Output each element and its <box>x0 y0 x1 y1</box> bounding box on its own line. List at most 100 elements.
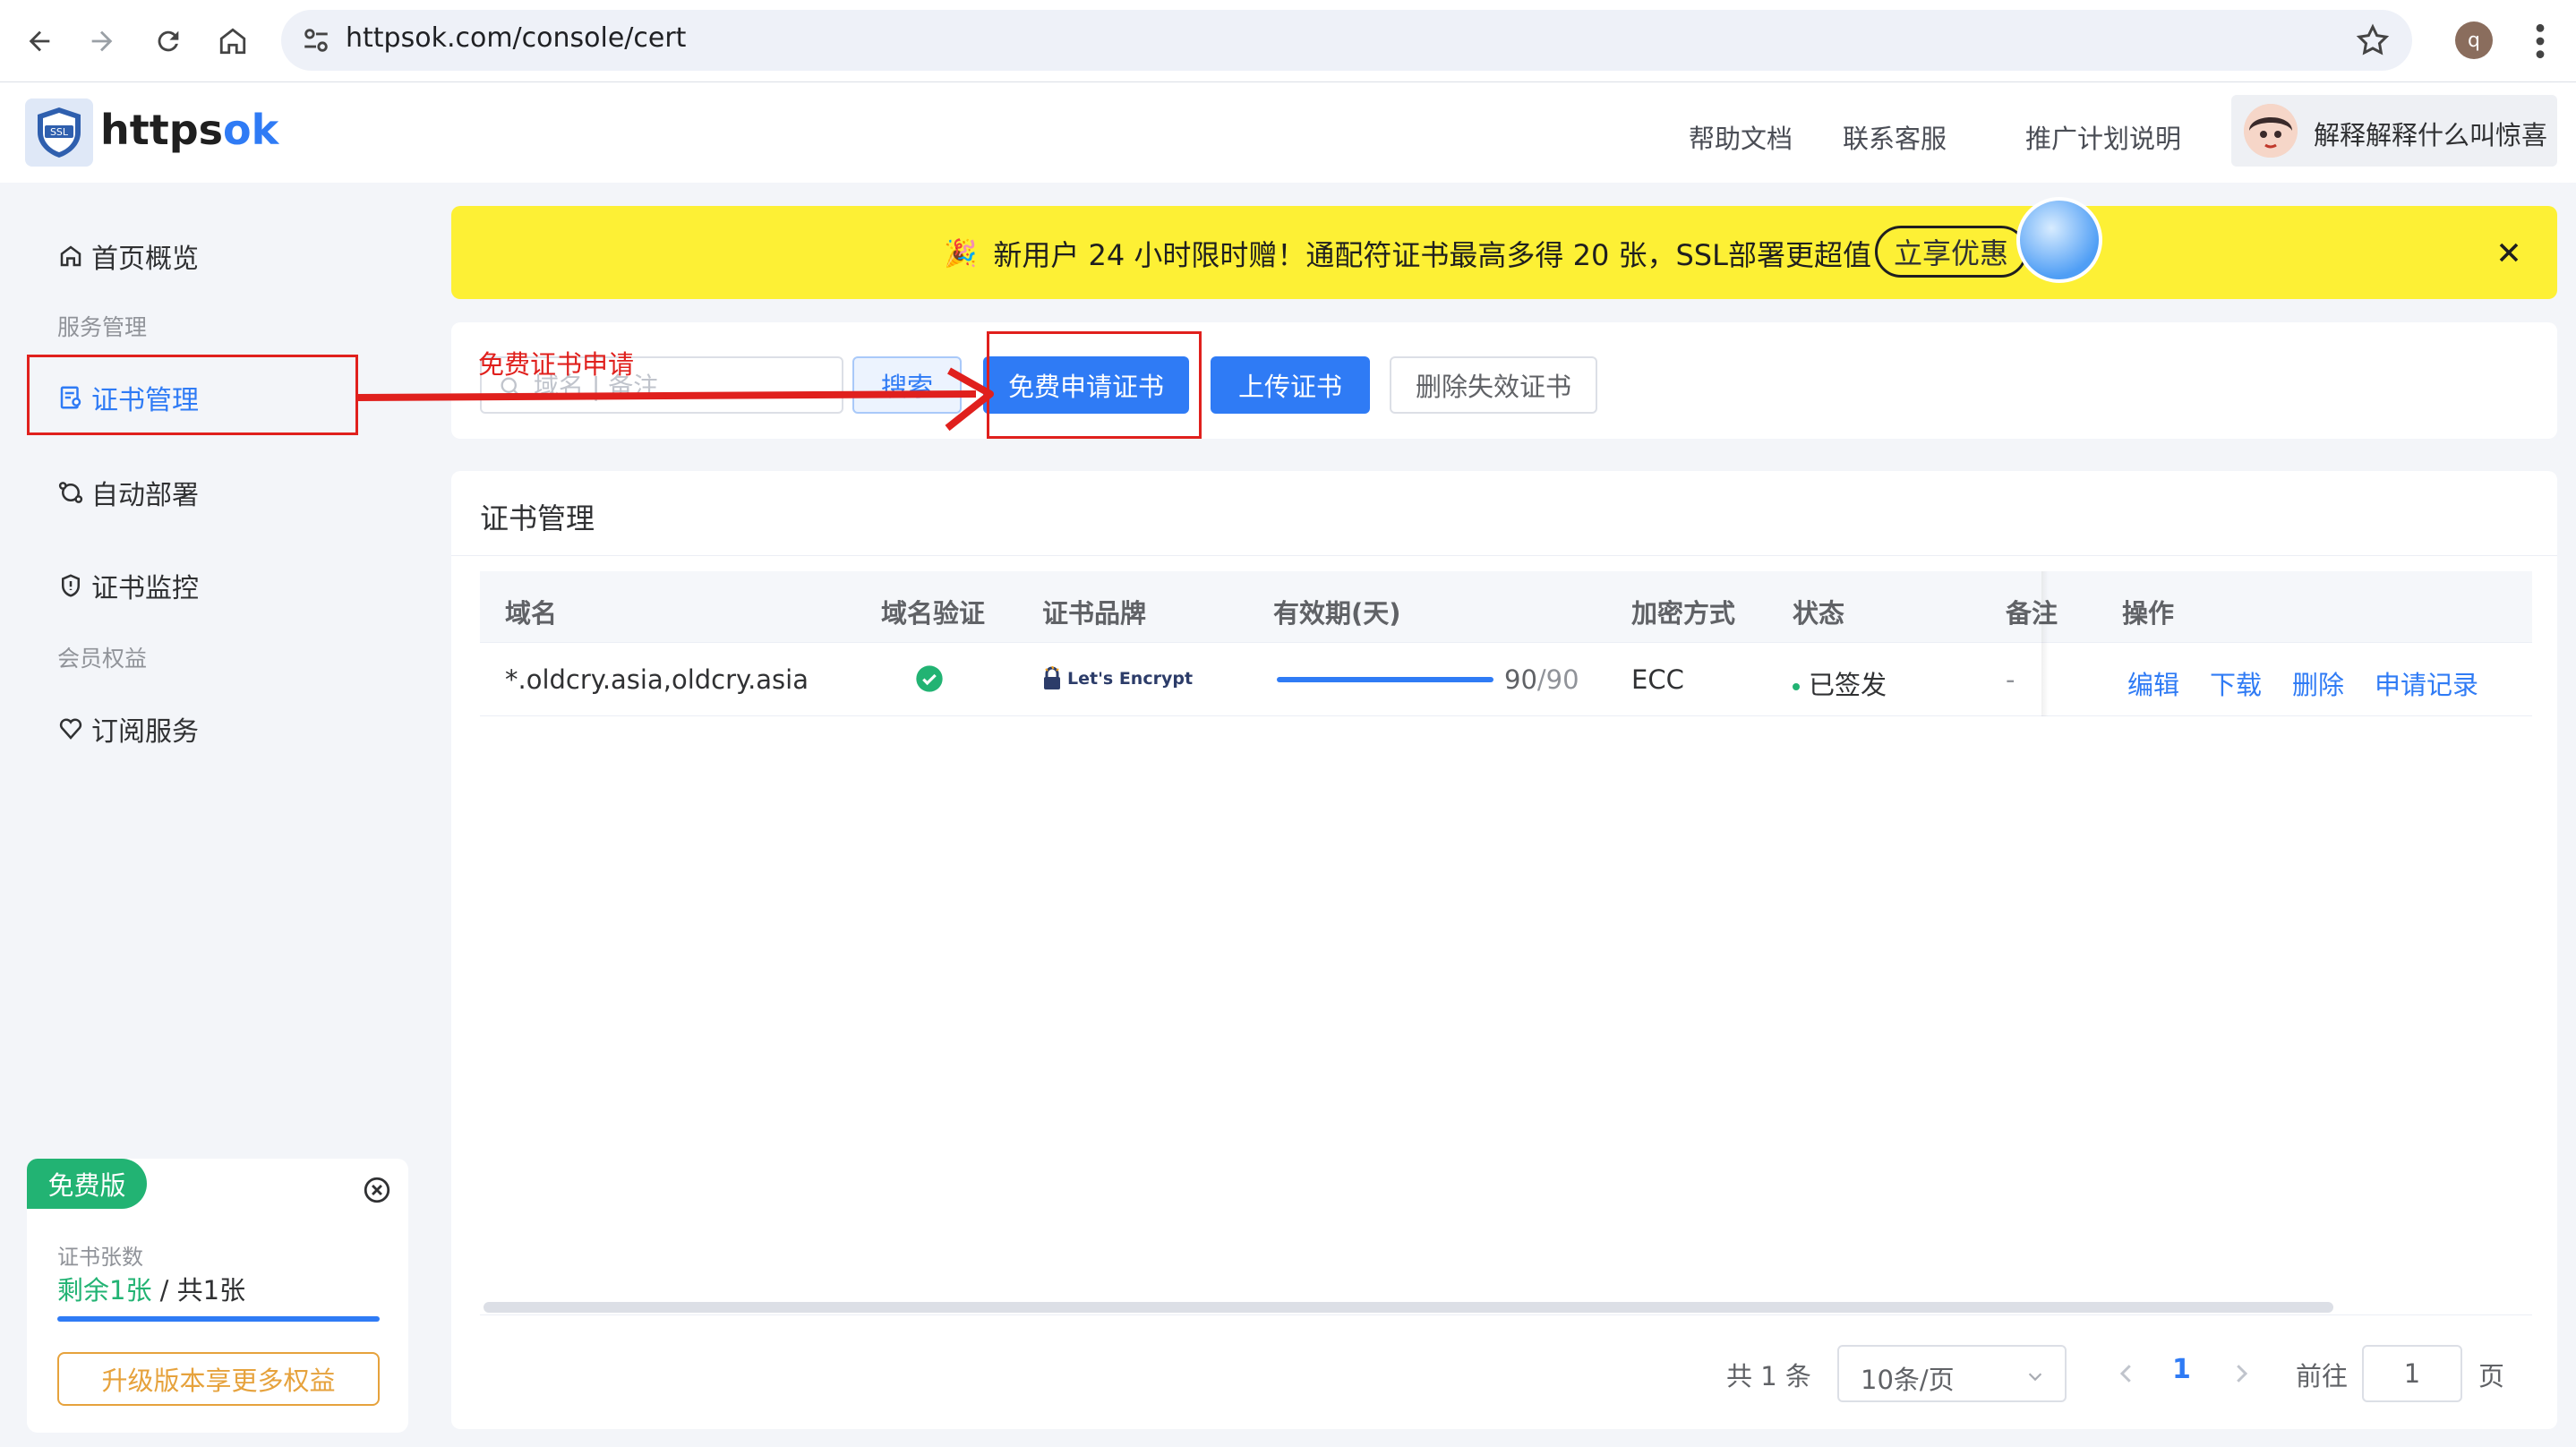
delete-invalid-certs-button[interactable]: 删除失效证书 <box>1390 356 1597 414</box>
cell-brand: Let's Encrypt <box>1042 666 1193 691</box>
plan-card: 免费版 证书张数 剩余1张 / 共1张 升级版本享更多权益 <box>27 1159 408 1433</box>
horizontal-scrollbar[interactable] <box>484 1302 2333 1313</box>
cell-domain: *.oldcry.asia,oldcry.asia <box>505 664 809 695</box>
sidebar-item-subscription[interactable]: 订阅服务 <box>57 709 199 749</box>
sidebar-group-member: 会员权益 <box>57 646 148 672</box>
page-size-value: 10条/页 <box>1861 1365 1955 1395</box>
sidebar-item-label: 证书监控 <box>91 573 199 604</box>
help-docs-link[interactable]: 帮助文档 <box>1689 118 1793 156</box>
forward-button[interactable] <box>79 18 125 64</box>
upgrade-button[interactable]: 升级版本享更多权益 <box>57 1352 380 1406</box>
page-title: 证书管理 <box>480 501 595 535</box>
close-icon[interactable] <box>2493 236 2525 269</box>
validity-progress-bar <box>1277 677 1493 682</box>
brand-name-text: Let's Encrypt <box>1067 669 1194 689</box>
table-header: 域名 域名验证 证书品牌 有效期(天) 加密方式 状态 备注 操作 <box>480 571 2532 643</box>
browser-profile-avatar[interactable]: q <box>2455 21 2493 59</box>
user-avatar <box>2244 104 2298 158</box>
divider <box>480 1314 2532 1315</box>
plan-remaining: 剩余1张 <box>57 1275 152 1306</box>
table-row: *.oldcry.asia,oldcry.asia Let's Encrypt … <box>480 643 2532 716</box>
delete-link[interactable]: 删除 <box>2292 664 2344 702</box>
promo-bubble-icon <box>2016 197 2102 283</box>
contact-support-link[interactable]: 联系客服 <box>1843 118 1947 156</box>
plan-badge: 免费版 <box>27 1159 147 1209</box>
promo-text: 新用户 24 小时限时赠！通配符证书最高多得 20 张，SSL部署更超值 <box>993 238 1871 272</box>
home-icon <box>219 28 246 55</box>
pagination-goto-label: 前往 <box>2296 1361 2349 1391</box>
column-header-remark: 备注 <box>2006 598 2058 629</box>
url-text: httpsok.com/console/cert <box>346 22 687 54</box>
deploy-icon <box>58 482 83 503</box>
arrow-right-icon <box>91 30 113 52</box>
promo-message: 🎉 新用户 24 小时限时赠！通配符证书最高多得 20 张，SSL部署更超值 <box>944 233 1871 274</box>
logo-text: SSL <box>50 126 69 138</box>
pagination-goto-input[interactable] <box>2362 1345 2462 1402</box>
site-settings-icon <box>304 29 328 52</box>
chevron-left-icon[interactable] <box>2113 1357 2140 1390</box>
cell-status: 已签发 <box>1793 664 1887 702</box>
check-circle-icon <box>916 665 943 692</box>
divider <box>451 555 2557 556</box>
brand-main: https <box>100 106 224 154</box>
pagination-page-suffix: 页 <box>2478 1361 2505 1391</box>
sidebar-item-home[interactable]: 首页概览 <box>57 236 199 276</box>
column-header-brand: 证书品牌 <box>1042 598 1147 629</box>
cell-remark: - <box>2006 664 2015 695</box>
referral-program-link[interactable]: 推广计划说明 <box>2025 118 2181 156</box>
close-circle-icon[interactable] <box>362 1175 392 1205</box>
column-header-validity: 有效期(天) <box>1273 598 1401 629</box>
page-size-select[interactable]: 10条/页 <box>1837 1345 2067 1402</box>
ssl-shield-icon: SSL <box>38 107 81 158</box>
plan-cert-count: 剩余1张 / 共1张 <box>57 1270 245 1307</box>
column-header-domain-verify: 域名验证 <box>881 598 986 629</box>
user-menu[interactable]: 解释解释什么叫惊喜 <box>2231 95 2557 167</box>
party-popper-icon: 🎉 <box>944 237 978 270</box>
column-header-encryption: 加密方式 <box>1631 598 1736 629</box>
promo-banner: 🎉 新用户 24 小时限时赠！通配符证书最高多得 20 张，SSL部署更超值 立… <box>451 197 2557 299</box>
plan-usage-bar <box>57 1316 380 1322</box>
column-header-status: 状态 <box>1793 598 1845 629</box>
home-button[interactable] <box>210 18 256 64</box>
lets-encrypt-lock-icon <box>1044 666 1060 689</box>
diamond-heart-icon <box>59 718 82 740</box>
chevron-right-icon[interactable] <box>2228 1357 2255 1390</box>
status-text: 已签发 <box>1809 670 1887 700</box>
browser-toolbar: httpsok.com/console/cert q <box>0 0 2576 82</box>
logo[interactable]: SSL <box>25 98 93 167</box>
home-icon <box>60 245 81 267</box>
more-vertical-icon[interactable] <box>2527 21 2554 61</box>
validity-total: /90 <box>1536 664 1579 695</box>
chevron-down-icon <box>2028 1373 2042 1382</box>
apply-records-link[interactable]: 申请记录 <box>2375 664 2478 702</box>
sidebar-item-label: 首页概览 <box>91 244 199 275</box>
user-name: 解释解释什么叫惊喜 <box>2314 120 2548 150</box>
app-header: SSL httpsok 帮助文档 联系客服 推广计划说明 解释解释什么叫惊喜 <box>0 82 2576 183</box>
sidebar-item-label: 自动部署 <box>91 480 199 511</box>
plan-cert-count-label: 证书张数 <box>57 1245 143 1270</box>
reload-button[interactable] <box>145 18 192 64</box>
address-bar[interactable]: httpsok.com/console/cert <box>281 10 2412 71</box>
column-header-domain: 域名 <box>505 598 558 629</box>
sidebar-group-service: 服务管理 <box>57 314 148 340</box>
validity-days: 90 <box>1504 664 1537 695</box>
pagination-current-page[interactable]: 1 <box>2172 1354 2191 1385</box>
sidebar-item-label: 订阅服务 <box>91 716 199 748</box>
back-button[interactable] <box>16 18 63 64</box>
fixed-column-shadow <box>2041 571 2049 716</box>
brand-accent: ok <box>223 106 279 154</box>
annotation-sidebar-highlight <box>27 355 358 435</box>
sidebar-item-cert-monitor[interactable]: 证书监控 <box>57 566 199 605</box>
cell-encryption: ECC <box>1631 664 1684 695</box>
bookmark-star-icon[interactable] <box>2355 22 2391 58</box>
sidebar-item-auto-deploy[interactable]: 自动部署 <box>57 473 199 512</box>
shield-monitor-icon <box>62 574 80 597</box>
reload-icon <box>158 30 179 52</box>
upload-cert-button[interactable]: 上传证书 <box>1211 356 1370 414</box>
promo-cta-button[interactable]: 立享优惠 <box>1875 226 2028 278</box>
status-dot-icon <box>1793 683 1800 690</box>
annotation-highlight-box <box>987 331 1202 439</box>
download-link[interactable]: 下载 <box>2210 664 2262 702</box>
pagination-total: 共 1 条 <box>1726 1361 1811 1391</box>
edit-link[interactable]: 编辑 <box>2127 664 2179 702</box>
